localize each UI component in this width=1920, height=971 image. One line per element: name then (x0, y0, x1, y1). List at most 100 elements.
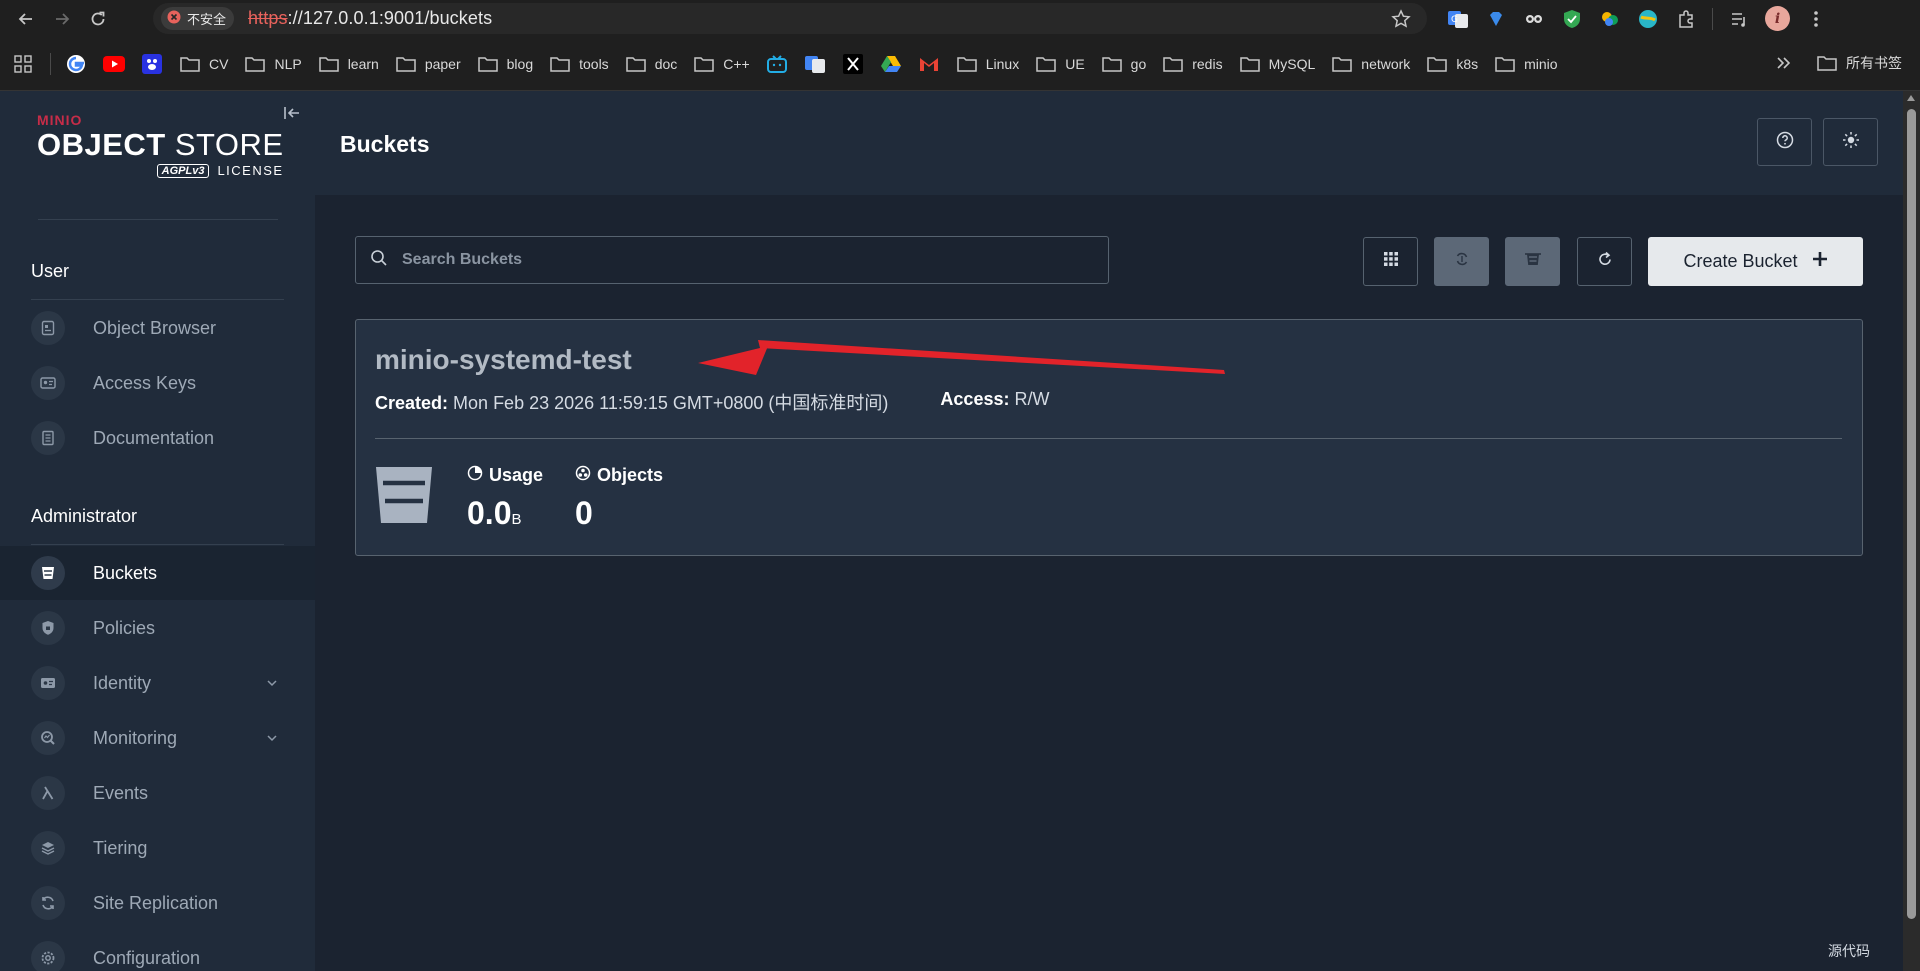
bilibili-bookmark-icon[interactable] (766, 53, 788, 75)
baidu-bookmark-icon[interactable] (141, 53, 163, 75)
bookmarks-bar: CV NLP learn paper blog tools doc C++ Li… (0, 37, 1920, 91)
translate-bookmark-icon[interactable] (804, 53, 826, 75)
usage-label: Usage (489, 465, 544, 485)
bookmark-folder-doc[interactable]: doc (625, 53, 677, 75)
bookmark-label: Linux (985, 55, 1020, 72)
bookmark-label: tools (579, 55, 609, 72)
bookmark-folder-cpp[interactable]: C++ (693, 53, 750, 75)
sidebar-item-label: Events (93, 782, 149, 803)
objects-icon (575, 465, 591, 486)
set-replication-button[interactable] (1434, 237, 1489, 286)
bookmark-folder-blog[interactable]: blog (477, 53, 533, 75)
url-scheme: https (248, 8, 288, 28)
all-bookmarks-folder[interactable]: 所有书签 (1816, 52, 1902, 74)
page-scrollbar[interactable] (1903, 91, 1920, 971)
bookmark-label: minio (1524, 55, 1558, 72)
profile-avatar[interactable]: i (1765, 6, 1790, 31)
folder-icon (318, 53, 340, 75)
url-text[interactable]: https://127.0.0.1:9001/buckets (248, 8, 492, 29)
reload-icon[interactable] (80, 1, 116, 37)
refresh-button[interactable] (1577, 237, 1632, 286)
bookmark-folder-paper[interactable]: paper (395, 53, 461, 75)
sidebar-item-identity[interactable]: Identity (0, 656, 315, 710)
folder-icon (395, 53, 417, 75)
sidebar-item-monitoring[interactable]: Monitoring (0, 711, 315, 765)
folder-icon (1331, 53, 1353, 75)
bucket-card[interactable]: minio-systemd-test Created: Mon Feb 23 2… (355, 319, 1863, 556)
sidebar-item-policies[interactable]: Policies (0, 601, 315, 655)
search-input[interactable] (402, 251, 1082, 269)
bookmark-folder-mysql[interactable]: MySQL (1239, 53, 1315, 75)
bookmark-folder-linux[interactable]: Linux (956, 53, 1019, 75)
forward-icon[interactable] (44, 1, 80, 37)
create-bucket-button[interactable]: Create Bucket (1648, 237, 1863, 286)
extensions-puzzle-icon[interactable] (1674, 7, 1698, 31)
gmail-bookmark-icon[interactable] (918, 53, 940, 75)
owl-extension-icon[interactable] (1522, 7, 1546, 31)
sidebar-item-label: Identity (93, 672, 152, 693)
view-grid-button[interactable] (1363, 237, 1418, 286)
back-icon[interactable] (8, 1, 44, 37)
gem-extension-icon[interactable] (1484, 7, 1508, 31)
youtube-bookmark-icon[interactable] (103, 53, 125, 75)
bookmark-folder-go[interactable]: go (1101, 53, 1146, 75)
sidebar-item-buckets[interactable]: Buckets (0, 546, 315, 600)
set-lifecycle-button[interactable] (1505, 237, 1560, 286)
sidebar-item-object-browser[interactable]: Object Browser (0, 301, 315, 355)
globe-extension-icon[interactable] (1636, 7, 1660, 31)
sidebar: MINIO OBJECT STORE AGPLv3 LICENSE User Ob… (0, 91, 315, 971)
translate-extension-icon[interactable]: G (1446, 7, 1470, 31)
apps-grid-icon[interactable] (12, 53, 34, 75)
search-buckets[interactable] (355, 236, 1109, 284)
scroll-up-arrow-icon[interactable] (1907, 95, 1915, 101)
bookmark-label: learn (347, 55, 379, 72)
folder-icon (477, 53, 499, 75)
scrollbar-thumb[interactable] (1907, 109, 1916, 919)
chevron-down-icon[interactable] (266, 729, 278, 747)
reading-list-icon[interactable] (1727, 7, 1751, 31)
bookmark-folder-k8s[interactable]: k8s (1426, 53, 1478, 75)
collapse-sidebar-icon[interactable] (283, 105, 301, 126)
more-bookmarks-chevron-icon[interactable] (1776, 56, 1792, 70)
license-text: LICENSE (217, 163, 284, 178)
status-hint: 源代码 (1828, 944, 1870, 960)
minio-logo[interactable]: MINIO OBJECT STORE AGPLv3 LICENSE (37, 112, 284, 178)
browser-menu-icon[interactable] (1804, 7, 1828, 31)
drive-bookmark-icon[interactable] (880, 53, 902, 75)
bucket-meta: Created: Mon Feb 23 2026 11:59:15 GMT+08… (375, 389, 1049, 415)
bucket-name[interactable]: minio-systemd-test (375, 344, 632, 376)
x-bookmark-icon[interactable] (842, 53, 864, 75)
security-chip[interactable]: 不安全 (161, 7, 235, 30)
sidebar-item-events[interactable]: Events (0, 766, 315, 820)
address-bar[interactable]: 不安全 https://127.0.0.1:9001/buckets (153, 3, 1427, 34)
bookmark-folder-learn[interactable]: learn (318, 53, 379, 75)
bookmark-folder-ue[interactable]: UE (1035, 53, 1085, 75)
google-bookmark-icon[interactable] (65, 53, 87, 75)
help-button[interactable] (1757, 118, 1812, 166)
bookmark-folder-minio[interactable]: minio (1494, 53, 1558, 75)
theme-toggle-button[interactable] (1823, 118, 1878, 166)
colorful-extension-icon[interactable] (1598, 7, 1622, 31)
lifecycle-icon (1524, 251, 1542, 272)
sidebar-item-label: Buckets (93, 562, 158, 583)
bucket-access: Access: R/W (940, 389, 1049, 415)
bookmark-folder-cv[interactable]: CV (179, 53, 228, 75)
shield-extension-icon[interactable] (1560, 7, 1584, 31)
bucket-created: Created: Mon Feb 23 2026 11:59:15 GMT+08… (375, 389, 888, 415)
sidebar-item-configuration[interactable]: Configuration (0, 931, 315, 971)
sidebar-item-tiering[interactable]: Tiering (0, 821, 315, 875)
page-title: Buckets (340, 131, 430, 157)
sidebar-item-access-keys[interactable]: Access Keys (0, 356, 315, 410)
plus-icon (1812, 251, 1828, 272)
bookmark-folder-redis[interactable]: redis (1162, 53, 1223, 75)
logo-title: OBJECT STORE (37, 128, 284, 162)
bookmark-folder-nlp[interactable]: NLP (244, 53, 302, 75)
bookmark-folder-network[interactable]: network (1331, 53, 1410, 75)
toolbar-divider (1712, 7, 1713, 30)
bookmark-star-icon[interactable] (1391, 9, 1411, 34)
chevron-down-icon[interactable] (266, 674, 278, 692)
sidebar-item-site-replication[interactable]: Site Replication (0, 876, 315, 930)
bookmark-folder-tools[interactable]: tools (549, 53, 609, 75)
sidebar-item-documentation[interactable]: Documentation (0, 411, 315, 465)
created-value: Mon Feb 23 2026 11:59:15 GMT+0800 (中国标准时… (453, 393, 889, 413)
